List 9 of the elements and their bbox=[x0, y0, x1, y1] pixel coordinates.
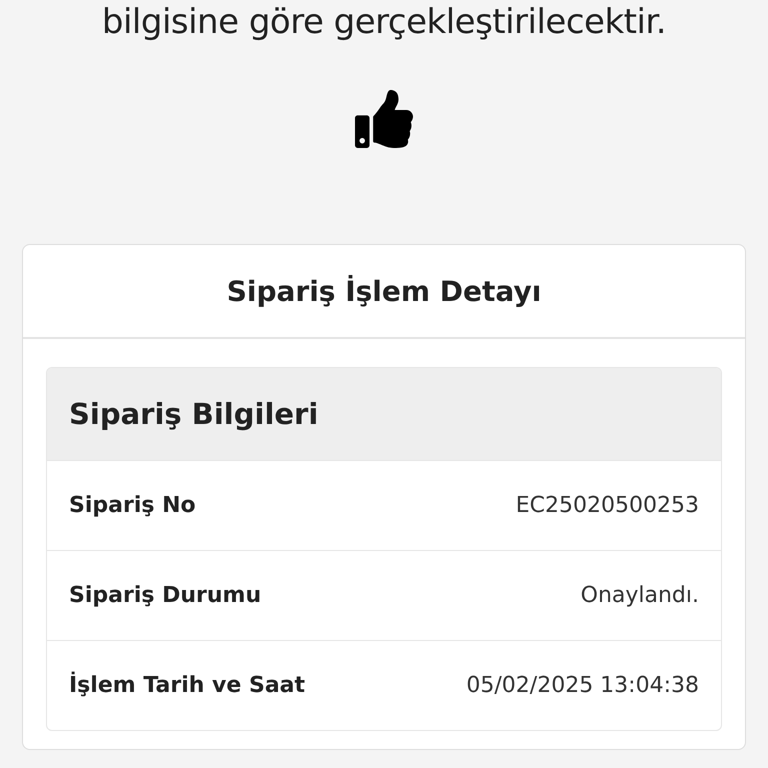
field-value: 05/02/2025 13:04:38 bbox=[466, 673, 699, 698]
message-text: bilgisine göre gerçekleştirilecektir. bbox=[102, 1, 666, 44]
card-title: Sipariş İşlem Detayı bbox=[23, 245, 745, 339]
field-label: Sipariş Durumu bbox=[69, 583, 262, 608]
field-value: Onaylandı. bbox=[580, 583, 699, 608]
field-label: Sipariş No bbox=[69, 493, 196, 518]
field-value: EC25020500253 bbox=[516, 493, 699, 518]
section-title: Sipariş Bilgileri bbox=[47, 368, 721, 460]
field-label: İşlem Tarih ve Saat bbox=[69, 673, 306, 698]
